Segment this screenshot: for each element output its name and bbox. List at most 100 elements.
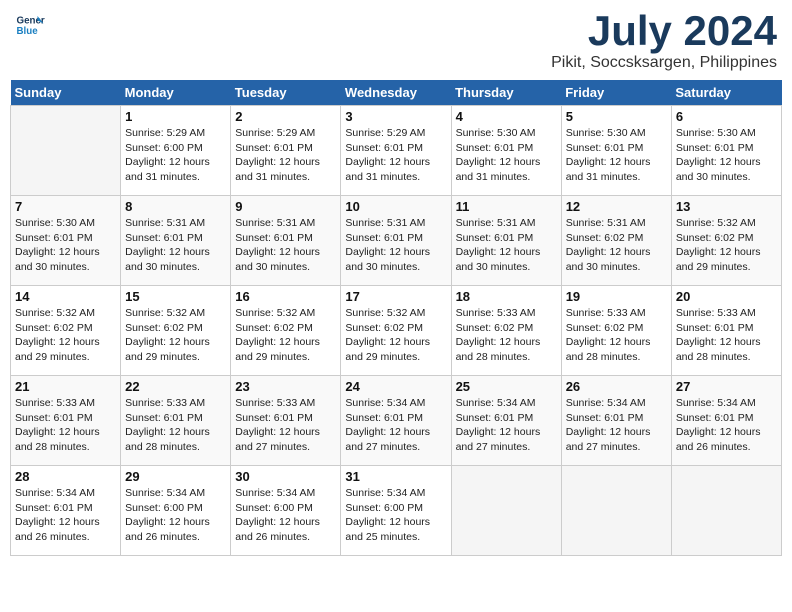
day-info: Sunrise: 5:32 AMSunset: 6:02 PMDaylight:… (676, 216, 777, 275)
calendar-cell: 2 Sunrise: 5:29 AMSunset: 6:01 PMDaylight… (231, 106, 341, 196)
day-number: 22 (125, 379, 226, 394)
calendar-cell: 21 Sunrise: 5:33 AMSunset: 6:01 PMDayligh… (11, 376, 121, 466)
day-number: 6 (676, 109, 777, 124)
calendar-cell: 3 Sunrise: 5:29 AMSunset: 6:01 PMDaylight… (341, 106, 451, 196)
calendar-cell: 24 Sunrise: 5:34 AMSunset: 6:01 PMDayligh… (341, 376, 451, 466)
logo: General Blue (15, 10, 45, 40)
calendar-cell (671, 466, 781, 556)
day-info: Sunrise: 5:33 AMSunset: 6:01 PMDaylight:… (676, 306, 777, 365)
day-number: 8 (125, 199, 226, 214)
day-info: Sunrise: 5:34 AMSunset: 6:01 PMDaylight:… (456, 396, 557, 455)
day-number: 5 (566, 109, 667, 124)
calendar-cell: 30Sunrise: 5:34 AMSunset: 6:00 PMDayligh… (231, 466, 341, 556)
calendar-cell: 4 Sunrise: 5:30 AMSunset: 6:01 PMDaylight… (451, 106, 561, 196)
calendar-cell: 20Sunrise: 5:33 AMSunset: 6:01 PMDayligh… (671, 286, 781, 376)
day-number: 14 (15, 289, 116, 304)
day-info: Sunrise: 5:32 AMSunset: 6:02 PMDaylight:… (235, 306, 336, 365)
day-number: 2 (235, 109, 336, 124)
weekday-header-sunday: Sunday (11, 80, 121, 106)
weekday-header-tuesday: Tuesday (231, 80, 341, 106)
calendar-cell: 1 Sunrise: 5:29 AMSunset: 6:00 PMDaylight… (121, 106, 231, 196)
calendar-cell: 5 Sunrise: 5:30 AMSunset: 6:01 PMDaylight… (561, 106, 671, 196)
calendar-cell (451, 466, 561, 556)
calendar-cell: 17 Sunrise: 5:32 AMSunset: 6:02 PMDayligh… (341, 286, 451, 376)
day-info: Sunrise: 5:33 AMSunset: 6:01 PMDaylight:… (235, 396, 336, 455)
weekday-header-monday: Monday (121, 80, 231, 106)
weekday-header-saturday: Saturday (671, 80, 781, 106)
day-info: Sunrise: 5:34 AMSunset: 6:00 PMDaylight:… (125, 486, 226, 545)
day-number: 25 (456, 379, 557, 394)
page-header: General Blue July 2024 Pikit, Soccsksarg… (10, 10, 782, 72)
day-info: Sunrise: 5:33 AMSunset: 6:01 PMDaylight:… (15, 396, 116, 455)
calendar-table: SundayMondayTuesdayWednesdayThursdayFrid… (10, 80, 782, 556)
day-number: 11 (456, 199, 557, 214)
day-number: 15 (125, 289, 226, 304)
calendar-cell: 19Sunrise: 5:33 AMSunset: 6:02 PMDayligh… (561, 286, 671, 376)
day-info: Sunrise: 5:31 AMSunset: 6:01 PMDaylight:… (125, 216, 226, 275)
day-number: 27 (676, 379, 777, 394)
calendar-cell: 28 Sunrise: 5:34 AMSunset: 6:01 PMDayligh… (11, 466, 121, 556)
day-info: Sunrise: 5:30 AMSunset: 6:01 PMDaylight:… (15, 216, 116, 275)
day-number: 24 (345, 379, 446, 394)
day-info: Sunrise: 5:30 AMSunset: 6:01 PMDaylight:… (456, 126, 557, 185)
day-info: Sunrise: 5:29 AMSunset: 6:00 PMDaylight:… (125, 126, 226, 185)
day-info: Sunrise: 5:34 AMSunset: 6:01 PMDaylight:… (566, 396, 667, 455)
logo-icon: General Blue (15, 10, 45, 40)
title-block: July 2024 Pikit, Soccsksargen, Philippin… (551, 10, 777, 72)
day-info: Sunrise: 5:31 AMSunset: 6:01 PMDaylight:… (345, 216, 446, 275)
day-number: 28 (15, 469, 116, 484)
day-number: 31 (345, 469, 446, 484)
day-info: Sunrise: 5:29 AMSunset: 6:01 PMDaylight:… (235, 126, 336, 185)
day-info: Sunrise: 5:34 AMSunset: 6:00 PMDaylight:… (345, 486, 446, 545)
calendar-cell: 10 Sunrise: 5:31 AMSunset: 6:01 PMDayligh… (341, 196, 451, 286)
day-info: Sunrise: 5:33 AMSunset: 6:01 PMDaylight:… (125, 396, 226, 455)
calendar-cell: 18 Sunrise: 5:33 AMSunset: 6:02 PMDayligh… (451, 286, 561, 376)
calendar-cell: 31 Sunrise: 5:34 AMSunset: 6:00 PMDayligh… (341, 466, 451, 556)
day-number: 17 (345, 289, 446, 304)
day-number: 4 (456, 109, 557, 124)
calendar-cell: 15 Sunrise: 5:32 AMSunset: 6:02 PMDayligh… (121, 286, 231, 376)
day-number: 12 (566, 199, 667, 214)
day-info: Sunrise: 5:32 AMSunset: 6:02 PMDaylight:… (15, 306, 116, 365)
day-number: 7 (15, 199, 116, 214)
weekday-header-wednesday: Wednesday (341, 80, 451, 106)
day-number: 18 (456, 289, 557, 304)
day-number: 19 (566, 289, 667, 304)
calendar-cell: 29Sunrise: 5:34 AMSunset: 6:00 PMDayligh… (121, 466, 231, 556)
day-number: 10 (345, 199, 446, 214)
calendar-cell: 11Sunrise: 5:31 AMSunset: 6:01 PMDayligh… (451, 196, 561, 286)
weekday-header-friday: Friday (561, 80, 671, 106)
day-number: 3 (345, 109, 446, 124)
calendar-cell: 14 Sunrise: 5:32 AMSunset: 6:02 PMDayligh… (11, 286, 121, 376)
day-info: Sunrise: 5:31 AMSunset: 6:01 PMDaylight:… (235, 216, 336, 275)
day-info: Sunrise: 5:30 AMSunset: 6:01 PMDaylight:… (566, 126, 667, 185)
calendar-cell: 23 Sunrise: 5:33 AMSunset: 6:01 PMDayligh… (231, 376, 341, 466)
day-info: Sunrise: 5:30 AMSunset: 6:01 PMDaylight:… (676, 126, 777, 185)
calendar-cell: 16 Sunrise: 5:32 AMSunset: 6:02 PMDayligh… (231, 286, 341, 376)
day-info: Sunrise: 5:34 AMSunset: 6:01 PMDaylight:… (676, 396, 777, 455)
day-number: 23 (235, 379, 336, 394)
day-info: Sunrise: 5:32 AMSunset: 6:02 PMDaylight:… (125, 306, 226, 365)
day-number: 13 (676, 199, 777, 214)
day-number: 26 (566, 379, 667, 394)
day-info: Sunrise: 5:34 AMSunset: 6:01 PMDaylight:… (15, 486, 116, 545)
day-info: Sunrise: 5:31 AMSunset: 6:02 PMDaylight:… (566, 216, 667, 275)
weekday-header-thursday: Thursday (451, 80, 561, 106)
day-number: 1 (125, 109, 226, 124)
day-info: Sunrise: 5:33 AMSunset: 6:02 PMDaylight:… (456, 306, 557, 365)
calendar-cell: 9Sunrise: 5:31 AMSunset: 6:01 PMDaylight… (231, 196, 341, 286)
calendar-cell: 7 Sunrise: 5:30 AMSunset: 6:01 PMDaylight… (11, 196, 121, 286)
day-info: Sunrise: 5:29 AMSunset: 6:01 PMDaylight:… (345, 126, 446, 185)
day-info: Sunrise: 5:32 AMSunset: 6:02 PMDaylight:… (345, 306, 446, 365)
svg-text:Blue: Blue (17, 26, 39, 37)
day-number: 30 (235, 469, 336, 484)
calendar-cell (561, 466, 671, 556)
location: Pikit, Soccsksargen, Philippines (551, 54, 777, 72)
calendar-cell: 25 Sunrise: 5:34 AMSunset: 6:01 PMDayligh… (451, 376, 561, 466)
calendar-cell: 8 Sunrise: 5:31 AMSunset: 6:01 PMDaylight… (121, 196, 231, 286)
day-number: 21 (15, 379, 116, 394)
day-info: Sunrise: 5:34 AMSunset: 6:01 PMDaylight:… (345, 396, 446, 455)
month-title: July 2024 (551, 10, 777, 52)
calendar-cell: 26 Sunrise: 5:34 AMSunset: 6:01 PMDayligh… (561, 376, 671, 466)
day-number: 16 (235, 289, 336, 304)
